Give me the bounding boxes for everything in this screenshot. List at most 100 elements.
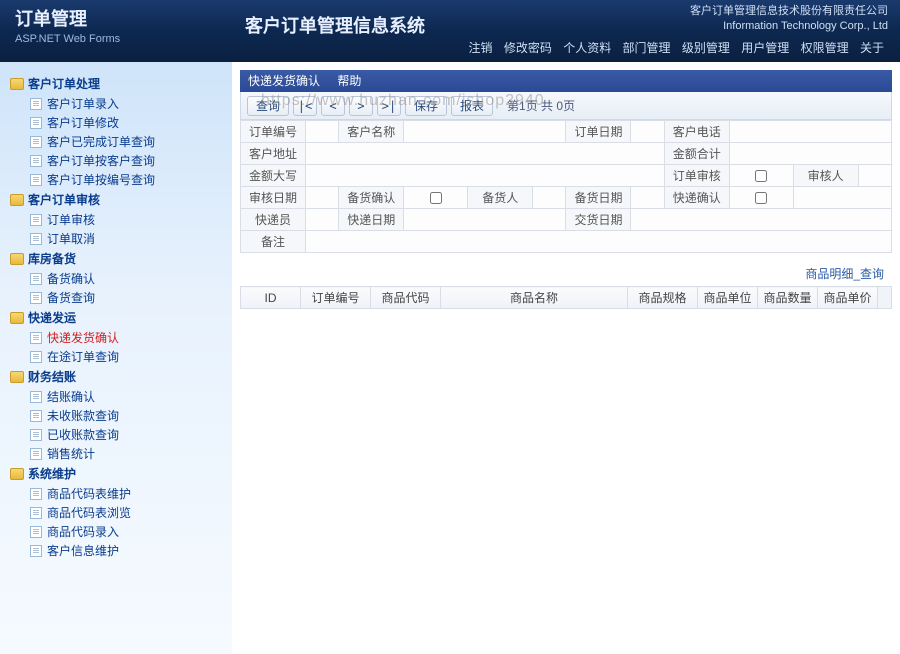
- folder-icon: [10, 468, 24, 480]
- field-auditor[interactable]: [858, 165, 891, 187]
- nav-logout[interactable]: 注销: [468, 41, 492, 55]
- folder-label: 财务结账: [28, 368, 76, 385]
- label-deliver-date: 交货日期: [566, 209, 631, 231]
- page-info: 第1页 共 0页: [507, 97, 575, 114]
- col-unit: 商品单位: [698, 287, 758, 309]
- field-deliver-date[interactable]: [631, 209, 892, 231]
- sidebar-item[interactable]: 商品代码表维护: [30, 485, 224, 502]
- sidebar-item[interactable]: 客户已完成订单查询: [30, 133, 224, 150]
- sidebar-item-label: 已收账款查询: [47, 426, 119, 443]
- nav-dept-mgmt[interactable]: 部门管理: [623, 41, 671, 55]
- nav-level-mgmt[interactable]: 级别管理: [682, 41, 730, 55]
- field-stock-confirm: [404, 187, 468, 209]
- report-button[interactable]: 报表: [451, 96, 493, 116]
- sidebar-item[interactable]: 客户订单按编号查询: [30, 171, 224, 188]
- field-stock-date[interactable]: [631, 187, 664, 209]
- nav-perm-mgmt[interactable]: 权限管理: [801, 41, 849, 55]
- app-header: 订单管理 ASP.NET Web Forms 客户订单管理信息系统 客户订单管理…: [0, 0, 900, 62]
- document-icon: [30, 117, 42, 129]
- field-customer-name[interactable]: [404, 121, 566, 143]
- sidebar-item[interactable]: 订单审核: [30, 211, 224, 228]
- sidebar-item[interactable]: 销售统计: [30, 445, 224, 462]
- sidebar-item[interactable]: 快递发货确认: [30, 329, 224, 346]
- field-audit-date[interactable]: [306, 187, 339, 209]
- query-button[interactable]: 查询: [247, 96, 289, 116]
- nav-user-mgmt[interactable]: 用户管理: [741, 41, 789, 55]
- label-stock-person: 备货人: [468, 187, 533, 209]
- field-customer-addr[interactable]: [306, 143, 665, 165]
- nav-prev-button[interactable]: <: [321, 96, 345, 116]
- nav-next-button[interactable]: >: [349, 96, 373, 116]
- field-courier[interactable]: [306, 209, 339, 231]
- sidebar-folder[interactable]: 系统维护: [10, 465, 224, 482]
- order-audit-checkbox[interactable]: [755, 170, 767, 182]
- express-confirm-checkbox[interactable]: [755, 192, 767, 204]
- sidebar-item[interactable]: 结账确认: [30, 388, 224, 405]
- panel-help[interactable]: 帮助: [337, 74, 361, 88]
- corp-en: Information Technology Corp., Ltd: [690, 19, 888, 34]
- label-customer-addr: 客户地址: [241, 143, 306, 165]
- sidebar-item[interactable]: 客户订单按客户查询: [30, 152, 224, 169]
- label-express-confirm: 快递确认: [664, 187, 729, 209]
- sidebar-item-label: 销售统计: [47, 445, 95, 462]
- sidebar-item[interactable]: 订单取消: [30, 230, 224, 247]
- nav-change-password[interactable]: 修改密码: [504, 41, 552, 55]
- sidebar-item-label: 在途订单查询: [47, 348, 119, 365]
- field-stock-person[interactable]: [533, 187, 566, 209]
- sidebar-folder[interactable]: 客户订单审核: [10, 191, 224, 208]
- field-customer-phone[interactable]: [729, 121, 891, 143]
- corp-info: 客户订单管理信息技术股份有限责任公司 Information Technolog…: [690, 4, 888, 35]
- label-audit-date: 审核日期: [241, 187, 306, 209]
- document-icon: [30, 429, 42, 441]
- col-qty: 商品数量: [758, 287, 818, 309]
- grid-title[interactable]: 商品明细_查询: [240, 253, 892, 286]
- sidebar-item[interactable]: 客户订单录入: [30, 95, 224, 112]
- sidebar-item[interactable]: 备货查询: [30, 289, 224, 306]
- document-icon: [30, 273, 42, 285]
- panel-title[interactable]: 快递发货确认: [248, 74, 320, 88]
- col-spec: 商品规格: [628, 287, 698, 309]
- nav-last-button[interactable]: >|: [377, 96, 401, 116]
- field-express-date[interactable]: [404, 209, 566, 231]
- sidebar-item[interactable]: 未收账款查询: [30, 407, 224, 424]
- label-auditor: 审核人: [793, 165, 858, 187]
- col-product-name: 商品名称: [441, 287, 628, 309]
- sidebar-item-label: 客户订单修改: [47, 114, 119, 131]
- logo-area: 订单管理 ASP.NET Web Forms: [15, 5, 120, 45]
- document-icon: [30, 292, 42, 304]
- folder-label: 快递发运: [28, 309, 76, 326]
- document-icon: [30, 507, 42, 519]
- field-order-no[interactable]: [306, 121, 339, 143]
- sidebar-item-label: 结账确认: [47, 388, 95, 405]
- label-customer-name: 客户名称: [339, 121, 404, 143]
- label-remark: 备注: [241, 231, 306, 253]
- stock-confirm-checkbox[interactable]: [430, 192, 442, 204]
- corp-cn: 客户订单管理信息技术股份有限责任公司: [690, 4, 888, 19]
- field-remark[interactable]: [306, 231, 892, 253]
- save-button[interactable]: 保存: [405, 96, 447, 116]
- logo-title: 订单管理: [15, 5, 120, 31]
- field-amount-total[interactable]: [729, 143, 891, 165]
- nav-first-button[interactable]: |<: [293, 96, 317, 116]
- panel-header: 快递发货确认 帮助: [240, 70, 892, 92]
- nav-profile[interactable]: 个人资料: [563, 41, 611, 55]
- document-icon: [30, 98, 42, 110]
- sidebar-folder[interactable]: 财务结账: [10, 368, 224, 385]
- sidebar-item[interactable]: 已收账款查询: [30, 426, 224, 443]
- folder-icon: [10, 78, 24, 90]
- document-icon: [30, 214, 42, 226]
- sidebar-folder[interactable]: 快递发运: [10, 309, 224, 326]
- nav-about[interactable]: 关于: [860, 41, 884, 55]
- sidebar-folder[interactable]: 库房备货: [10, 250, 224, 267]
- sidebar-item[interactable]: 客户信息维护: [30, 542, 224, 559]
- field-order-date[interactable]: [631, 121, 664, 143]
- document-icon: [30, 448, 42, 460]
- sidebar-folder[interactable]: 客户订单处理: [10, 75, 224, 92]
- sidebar-item[interactable]: 商品代码录入: [30, 523, 224, 540]
- sidebar-item[interactable]: 客户订单修改: [30, 114, 224, 131]
- sidebar-item[interactable]: 商品代码表浏览: [30, 504, 224, 521]
- sidebar-item[interactable]: 在途订单查询: [30, 348, 224, 365]
- sidebar-item-label: 客户信息维护: [47, 542, 119, 559]
- field-amount-cn[interactable]: [306, 165, 665, 187]
- sidebar-item[interactable]: 备货确认: [30, 270, 224, 287]
